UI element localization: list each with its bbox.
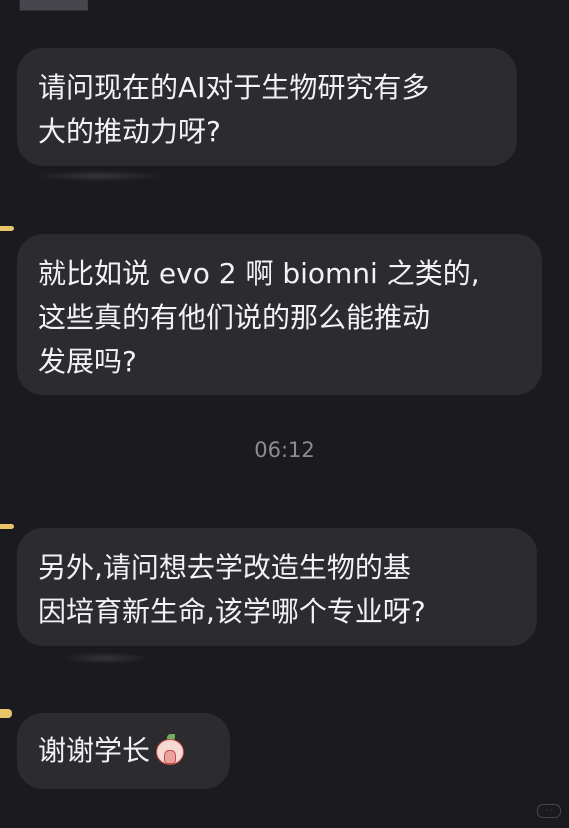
message-bubble[interactable]: 请问现在的AI对于生物研究有多 大的推动力呀? xyxy=(17,48,517,166)
message-bubble[interactable]: 谢谢学长 xyxy=(17,713,230,789)
praying-emoji-icon xyxy=(154,734,186,766)
message-text-line: 另外,请问想去学改造生物的基 xyxy=(38,551,411,584)
message-text-line: 就比如说 evo 2 啊 biomni 之类的, xyxy=(38,257,480,290)
message-text: 谢谢学长 xyxy=(38,734,151,767)
message-bubble[interactable]: 另外,请问想去学改造生物的基 因培育新生命,该学哪个专业呀? xyxy=(17,528,537,646)
previous-message-fragment: ▆▆▆▆ xyxy=(20,0,88,11)
shadow-streak xyxy=(60,652,150,664)
message-text-line: 这些真的有他们说的那么能推动 xyxy=(38,301,431,334)
message-text-line: 发展吗? xyxy=(38,345,137,378)
shadow-streak xyxy=(34,170,164,182)
message-bubble[interactable]: 就比如说 evo 2 啊 biomni 之类的, 这些真的有他们说的那么能推动 … xyxy=(17,234,542,395)
edge-marker xyxy=(0,524,14,529)
watermark-icon: ◦◦ xyxy=(537,804,561,818)
edge-marker xyxy=(0,709,12,718)
message-timestamp: 06:12 xyxy=(254,438,315,462)
message-text-line: 谢谢学长 xyxy=(38,731,208,771)
message-text-line: 因培育新生命,该学哪个专业呀? xyxy=(38,595,426,628)
edge-marker xyxy=(0,226,14,231)
chat-view[interactable]: ▆▆▆▆ 请问现在的AI对于生物研究有多 大的推动力呀? 就比如说 evo 2 … xyxy=(0,0,569,828)
message-text-line: 请问现在的AI对于生物研究有多 xyxy=(38,71,430,104)
message-text-line: 大的推动力呀? xyxy=(38,115,221,148)
